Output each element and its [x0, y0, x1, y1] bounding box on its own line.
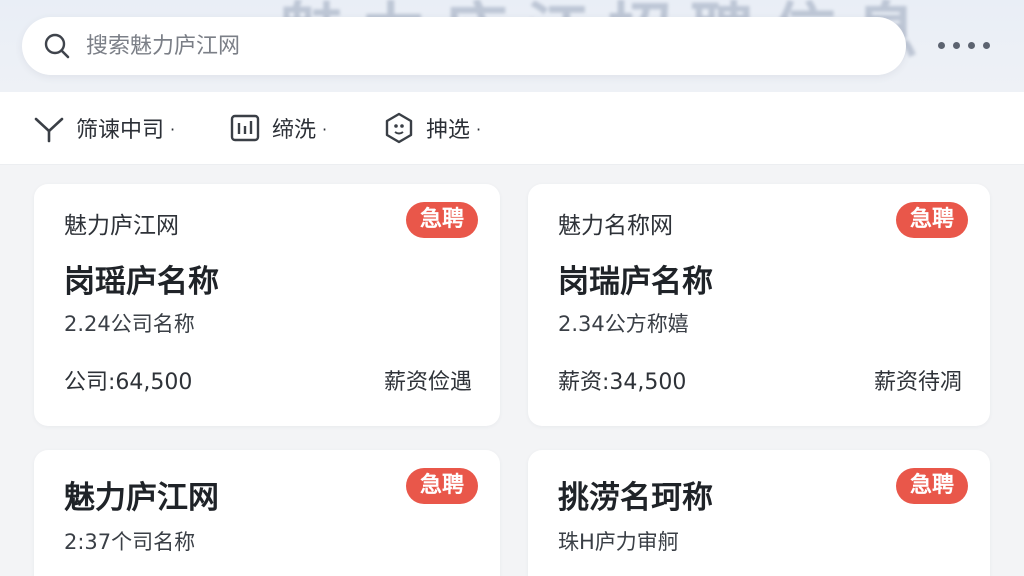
job-sub-info: 珠H庐力审舸: [558, 530, 679, 554]
company-name: 魅力庐江网: [64, 213, 179, 239]
job-title: 岗瑞庐名称: [558, 264, 713, 300]
funnel-icon: [34, 117, 64, 143]
filter-company[interactable]: 筛谏中司 ·: [32, 108, 175, 148]
search-bar[interactable]: [22, 17, 906, 75]
salary-text: 薪资:34,500: [558, 370, 687, 395]
more-dot-icon: [968, 41, 975, 49]
search-input[interactable]: [84, 32, 848, 60]
job-title: 魅力庐江网: [64, 480, 219, 516]
caret-icon: ·: [476, 119, 482, 139]
filter-bar: 筛谏中司 · 缔洗 · 抻选 ·: [0, 92, 1024, 165]
urgent-badge: 急聘: [405, 468, 478, 504]
benefit-text: 薪资俭遇: [383, 370, 472, 395]
filter-label: 筛谏中司: [76, 118, 165, 143]
more-dot-icon: [983, 41, 990, 49]
job-sub-info: 2:37个司名称: [64, 530, 196, 554]
job-sub-info: 2.24公司名称: [64, 312, 195, 336]
header: 魅力庐江招聘信息: [0, 0, 1024, 92]
company-name: 魅力名称网: [558, 213, 673, 239]
more-options-button[interactable]: [938, 30, 990, 60]
filter-label: 抻选: [426, 118, 471, 143]
job-card[interactable]: 魅力庐江网 急聘 岗瑶庐名称 2.24公司名称 公司:64,500 薪资俭遇: [34, 184, 500, 426]
job-card[interactable]: 魅力名称网 急聘 岗瑞庐名称 2.34公方称嬉 薪资:34,500 薪资待凋: [528, 184, 990, 426]
job-sub-info: 2.34公方称嬉: [558, 312, 689, 336]
hexagon-badge-icon: [385, 112, 413, 144]
job-title: 挑涝名珂称: [558, 480, 713, 516]
benefit-text: 薪资待凋: [873, 370, 962, 395]
job-card[interactable]: 急聘 魅力庐江网 2:37个司名称: [34, 450, 500, 576]
bar-chart-icon: [230, 114, 260, 142]
job-title: 岗瑶庐名称: [64, 264, 219, 300]
salary-text: 公司:64,500: [64, 370, 193, 395]
job-list-page: 魅力庐江招聘信息 筛谏中司 ·: [0, 0, 1024, 576]
more-dot-icon: [953, 41, 960, 49]
urgent-badge: 急聘: [895, 202, 968, 238]
caret-icon: ·: [170, 119, 176, 139]
filter-select[interactable]: 抻选 ·: [382, 108, 481, 148]
job-card[interactable]: 急聘 挑涝名珂称 珠H庐力审舸: [528, 450, 990, 576]
search-icon: [44, 33, 70, 59]
more-dot-icon: [938, 41, 945, 49]
filter-label: 缔洗: [272, 118, 317, 143]
caret-icon: ·: [322, 119, 328, 139]
urgent-badge: 急聘: [405, 202, 478, 238]
filter-sort[interactable]: 缔洗 ·: [228, 108, 327, 148]
urgent-badge: 急聘: [895, 468, 968, 504]
